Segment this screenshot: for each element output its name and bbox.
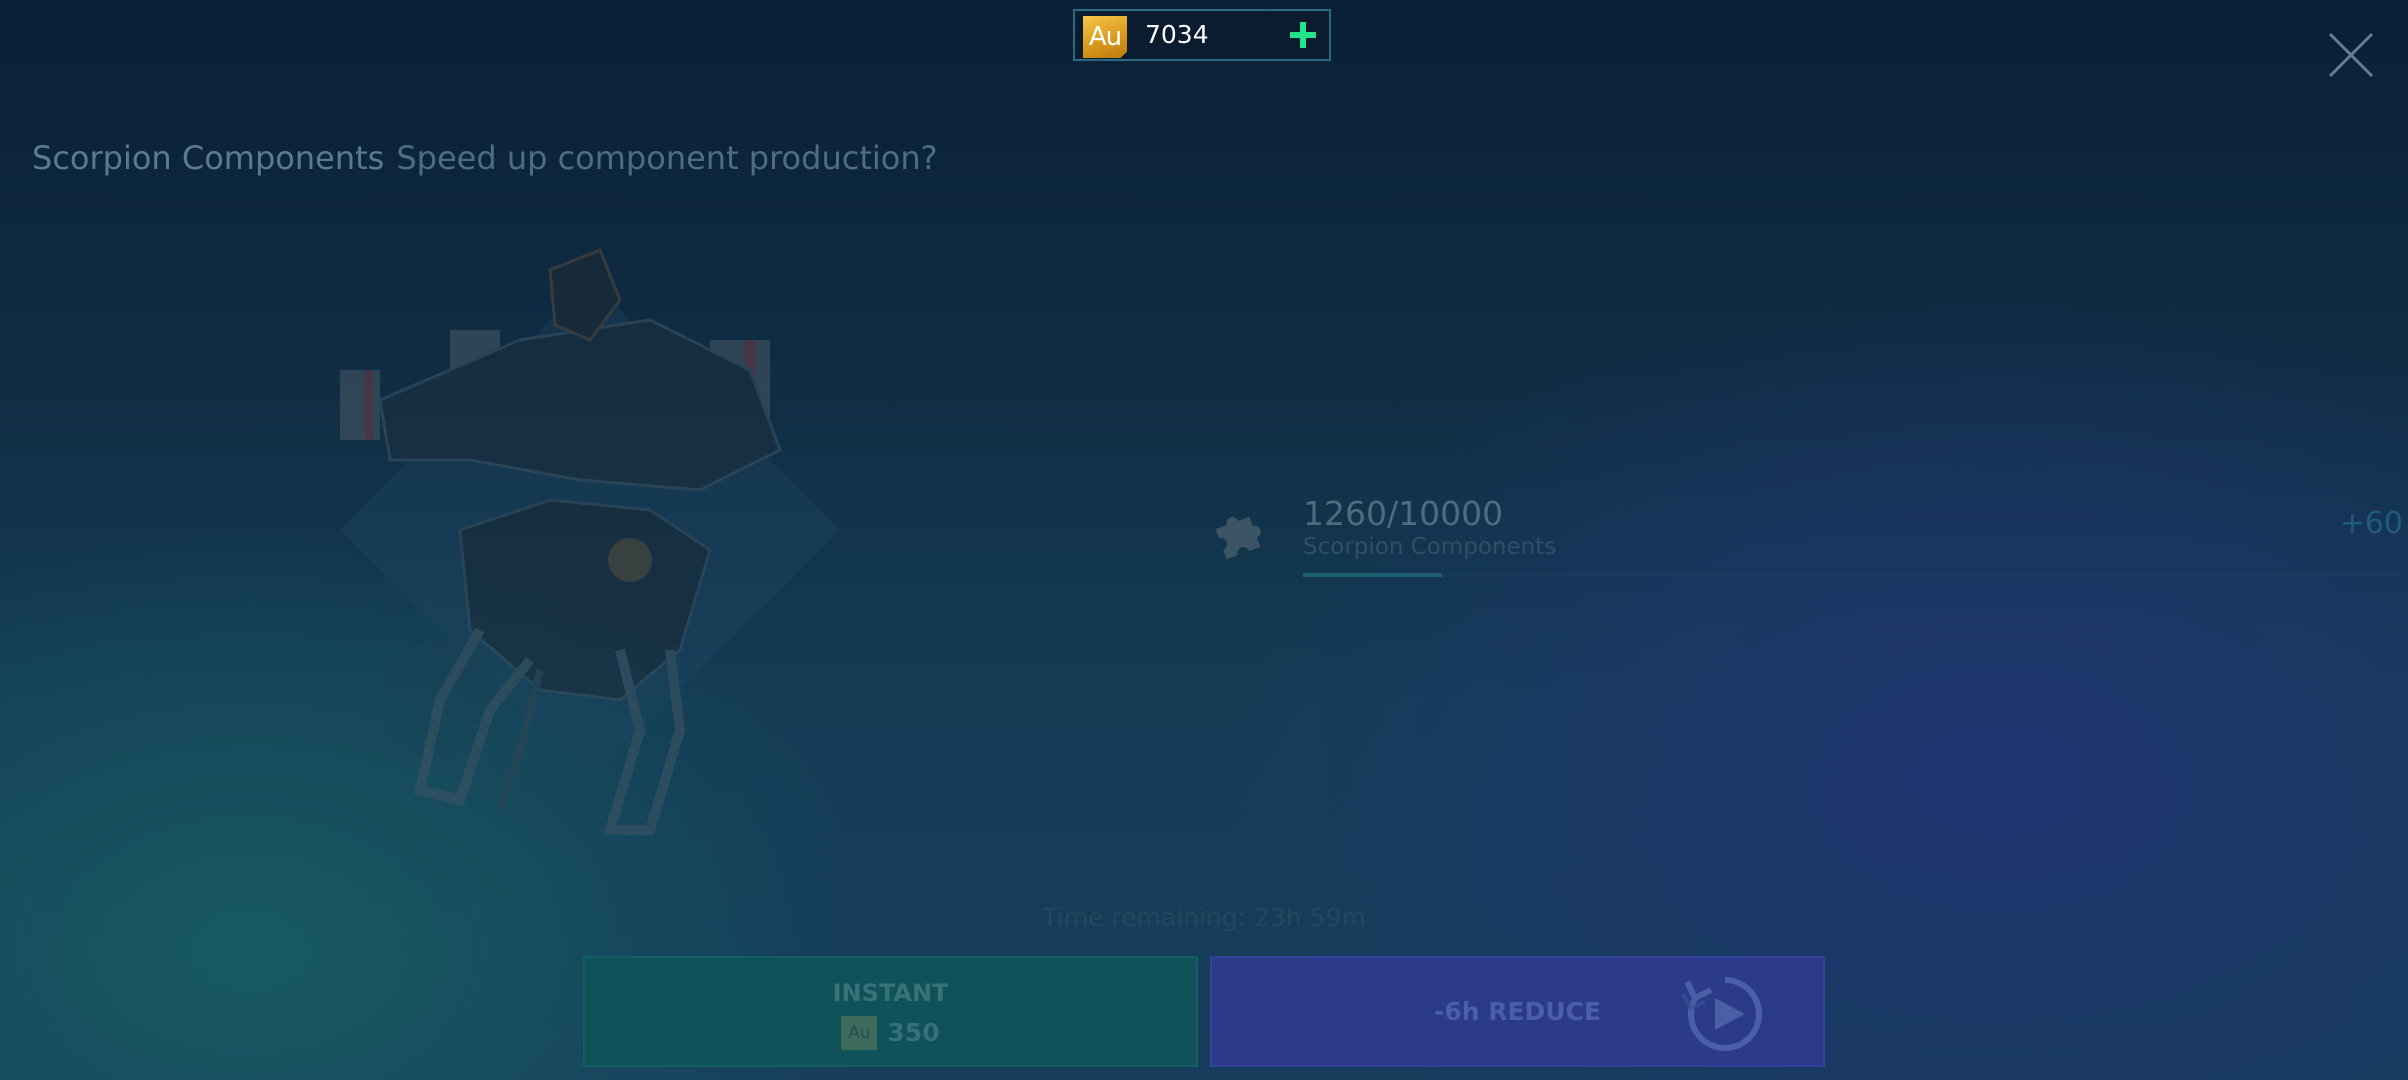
reduce-time-button[interactable]: -6h REDUCE: [1210, 956, 1825, 1067]
instant-cost: Au 350: [585, 1016, 1196, 1052]
instant-label: INSTANT: [832, 979, 949, 1007]
instant-button[interactable]: INSTANT Au 350: [583, 956, 1198, 1067]
puzzle-piece-icon: [1215, 516, 1261, 560]
component-progress: 1260/10000 Scorpion Components +60: [1210, 490, 2403, 590]
component-gain: +60: [2339, 506, 2403, 541]
component-name: Scorpion Components: [1303, 534, 1557, 560]
gold-icon: Au: [841, 1016, 878, 1050]
gold-currency-bar: Au 7034: [1073, 9, 1331, 61]
dialog-heading: Scorpion Components Speed up component pr…: [32, 135, 938, 181]
component-progress-bar: [1303, 573, 2403, 577]
instant-cost-value: 350: [887, 1018, 940, 1047]
gold-icon: Au: [1083, 16, 1127, 58]
component-count: 1260/10000: [1303, 494, 1504, 533]
time-remaining: Time remaining: 23h 59m: [1042, 903, 1366, 932]
dialog-title: Scorpion Components: [32, 139, 385, 177]
component-progress-fill: [1303, 573, 1442, 577]
speed-up-dialog: Au 7034 Scorpion Components Speed up comp…: [0, 0, 2408, 1080]
close-button[interactable]: [2326, 30, 2376, 80]
dialog-subtitle: Speed up component production?: [396, 139, 938, 177]
close-icon: [2328, 32, 2374, 78]
scorpion-robot-image: [340, 248, 840, 835]
play-video-icon: [1681, 977, 1762, 1051]
add-gold-button[interactable]: [1285, 17, 1321, 53]
gold-amount: 7034: [1145, 20, 1209, 49]
